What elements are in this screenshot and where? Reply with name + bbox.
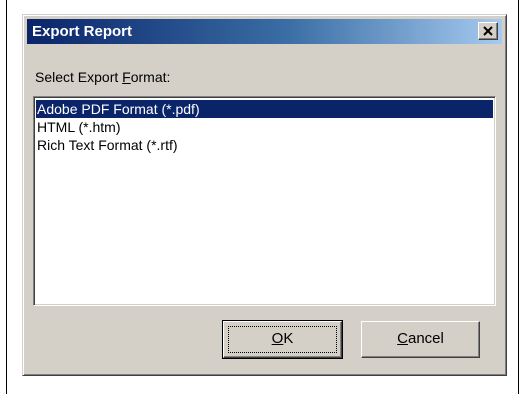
cancel-label-rest: ancel [407, 330, 444, 347]
format-label-text: Select Export [35, 69, 123, 85]
export-format-list[interactable]: Adobe PDF Format (*.pdf) HTML (*.htm) Ri… [33, 96, 496, 306]
list-item-rtf[interactable]: Rich Text Format (*.rtf) [36, 136, 493, 154]
ok-button[interactable]: OK [222, 320, 343, 359]
cancel-button-label: Cancel [397, 330, 444, 347]
format-label-text-end: ormat: [130, 69, 171, 85]
format-label-mnemonic: F [122, 69, 131, 85]
ok-label-rest: K [283, 330, 294, 347]
ok-button-label: OK [272, 330, 294, 347]
close-button[interactable] [478, 22, 498, 40]
window-title: Export Report [32, 23, 133, 40]
list-item-pdf[interactable]: Adobe PDF Format (*.pdf) [36, 100, 493, 118]
export-report-dialog: Export Report Select Export Format: Adob… [22, 14, 507, 376]
export-format-label: Select Export Format: [35, 69, 170, 85]
list-item-html[interactable]: HTML (*.htm) [36, 118, 493, 136]
close-icon [483, 26, 493, 36]
ok-mnemonic: O [271, 330, 284, 347]
title-bar[interactable]: Export Report [27, 19, 502, 44]
cancel-button[interactable]: Cancel [361, 321, 480, 358]
cancel-mnemonic: C [397, 330, 408, 347]
